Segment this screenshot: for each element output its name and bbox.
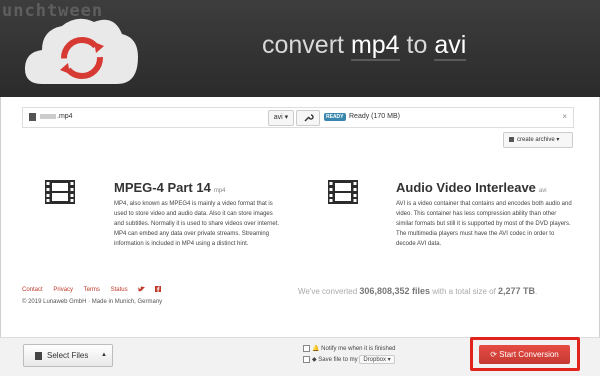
storage-dropdown[interactable]: Dropbox ▾	[359, 355, 395, 364]
footer-link-status[interactable]: Status	[111, 287, 128, 293]
wrench-icon	[304, 114, 314, 122]
avi-ext: avi	[538, 188, 547, 194]
notify-checkbox[interactable]	[303, 345, 310, 352]
save-dropbox-option: ◆ Save file to my Dropbox ▾	[303, 355, 395, 364]
file-name: .mp4	[40, 113, 73, 120]
start-conversion-button[interactable]: ⟳ Start Conversion	[479, 345, 570, 364]
film-icon	[328, 180, 358, 204]
conversion-stats: We've converted 306,808,352 files with a…	[298, 286, 537, 296]
refresh-icon: ⟳	[490, 350, 497, 359]
cloud-convert-logo-icon[interactable]	[22, 12, 140, 90]
blurred-filename	[40, 113, 56, 119]
mp4-ext: mp4	[213, 188, 226, 194]
status-text: Ready (170 MB)	[349, 113, 400, 120]
caret-up-icon: ▲	[101, 352, 107, 358]
avi-description: AVI is a video container that contains a…	[396, 201, 572, 247]
footer-links: Contact Privacy Terms Status	[22, 286, 161, 293]
facebook-icon[interactable]	[154, 286, 161, 292]
select-files-label: Select Files	[47, 351, 89, 360]
remove-file-icon[interactable]: ×	[562, 112, 567, 121]
stats-suffix: .	[535, 287, 538, 296]
save-dropbox-checkbox[interactable]	[303, 355, 310, 363]
mp4-title: MPEG-4 Part 14 mp4	[114, 180, 226, 195]
save-label: Save file to my	[318, 357, 358, 363]
stats-middle: with a total size of	[429, 287, 499, 296]
footer-link-privacy[interactable]: Privacy	[53, 287, 73, 293]
bell-icon: 🔔	[312, 346, 320, 353]
total-size: 2,277 TB	[498, 286, 536, 296]
options-button[interactable]	[296, 110, 320, 126]
notify-option: 🔔 Notify me when it is finished	[303, 345, 396, 352]
file-extension: .mp4	[57, 113, 73, 120]
title-prefix: convert	[262, 31, 351, 59]
header: unchtween convert mp4 to avi	[0, 0, 600, 97]
title-middle: to	[399, 31, 435, 59]
avi-title: Audio Video Interleave avi	[396, 180, 547, 195]
to-format[interactable]: avi	[434, 31, 467, 61]
create-archive-label: create archive ▾	[517, 137, 560, 143]
files-count: 306,808,352 files	[359, 286, 430, 296]
footer-link-terms[interactable]: Terms	[84, 287, 100, 293]
twitter-icon[interactable]	[138, 286, 146, 292]
stats-prefix: We've converted	[298, 287, 360, 296]
file-row: .mp4 avi ▾ READY Ready (170 MB) ×	[22, 107, 574, 128]
archive-icon	[509, 136, 514, 142]
avi-title-text: Audio Video Interleave	[396, 180, 536, 195]
copyright: © 2019 Lunaweb GmbH · Made in Munich, Ge…	[22, 299, 163, 305]
file-icon	[29, 113, 36, 121]
start-conversion-label: Start Conversion	[499, 350, 559, 359]
select-files-button[interactable]: Select Files	[23, 344, 98, 367]
mp4-description: MP4, also known as MPEG4 is mainly a vid…	[114, 201, 280, 247]
dropbox-icon: ◆	[312, 357, 317, 363]
select-files-dropdown-button[interactable]: ▲	[96, 344, 113, 367]
status-badge: READY	[324, 113, 346, 121]
footer-link-contact[interactable]: Contact	[22, 287, 43, 293]
mp4-title-text: MPEG-4 Part 14	[114, 180, 211, 195]
create-archive-button[interactable]: create archive ▾	[503, 132, 573, 148]
from-format[interactable]: mp4	[350, 31, 400, 61]
notify-label: Notify me when it is finished	[321, 346, 396, 353]
file-icon	[35, 351, 42, 360]
film-icon	[45, 180, 75, 204]
page-title: convert mp4 to avi	[262, 31, 467, 61]
target-format-dropdown[interactable]: avi ▾	[268, 110, 294, 126]
